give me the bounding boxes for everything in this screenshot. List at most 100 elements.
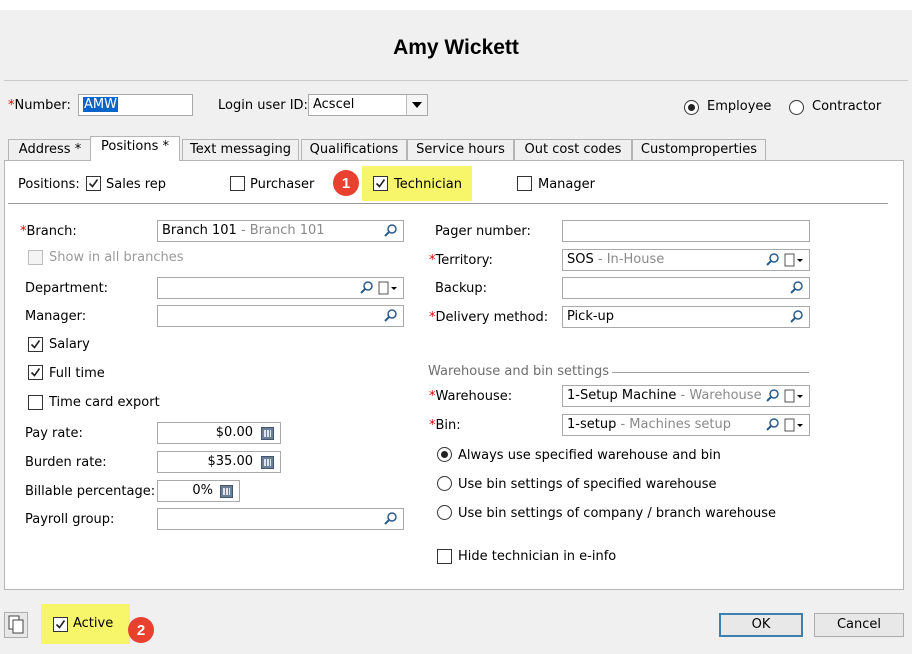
warehouse-group-label: Warehouse and bin settings <box>428 364 610 379</box>
search-icon[interactable] <box>383 511 399 527</box>
tab-qualifications[interactable]: Qualifications <box>301 139 407 160</box>
calculator-icon[interactable] <box>220 485 233 498</box>
burden-rate-value: $35.00 <box>207 454 254 469</box>
contractor-label: Contractor <box>812 99 882 114</box>
billable-percentage-value: 0% <box>192 483 213 498</box>
bin-field[interactable]: 1-setup - Machines setup <box>562 414 810 436</box>
search-icon[interactable] <box>765 388 781 404</box>
tab-address[interactable]: Address * <box>8 139 92 160</box>
delivery-method-label: *Delivery method: <box>429 310 549 325</box>
technician-label: Technician <box>394 177 462 192</box>
branch-hint: - Branch 101 <box>236 223 325 238</box>
page-title: Amy Wickett <box>393 36 519 59</box>
search-icon[interactable] <box>789 280 805 296</box>
tab-positions[interactable]: Positions * <box>90 136 180 161</box>
always-use-specified-label: Always use specified warehouse and bin <box>458 448 721 463</box>
territory-value: SOS <box>567 252 594 267</box>
search-icon[interactable] <box>765 417 781 433</box>
branch-field[interactable]: Branch 101 - Branch 101 <box>157 220 404 242</box>
hide-technician-checkbox[interactable] <box>437 549 452 564</box>
warehouse-group-line <box>612 372 809 373</box>
branch-value: Branch 101 <box>162 223 237 238</box>
search-icon[interactable] <box>789 309 805 325</box>
chevron-down-icon[interactable] <box>406 95 427 115</box>
tab-customproperties[interactable]: Customproperties <box>632 139 766 160</box>
use-bin-settings-warehouse-radio[interactable] <box>437 476 452 491</box>
tab-service-hours[interactable]: Service hours <box>407 139 514 160</box>
full-time-checkbox[interactable] <box>28 365 43 380</box>
full-time-label: Full time <box>49 366 105 381</box>
calculator-icon[interactable] <box>261 456 274 469</box>
territory-hint: - In-House <box>593 252 665 267</box>
cancel-button[interactable]: Cancel <box>814 613 904 637</box>
billable-percentage-field[interactable]: 0% <box>157 480 240 502</box>
salary-checkbox[interactable] <box>28 337 43 352</box>
use-bin-settings-company-radio[interactable] <box>437 505 452 520</box>
pay-rate-field[interactable]: $0.00 <box>157 422 281 444</box>
pay-rate-label: Pay rate: <box>25 426 83 441</box>
technician-checkbox[interactable] <box>373 176 388 191</box>
active-label: Active <box>73 616 114 631</box>
bin-label: *Bin: <box>429 418 461 433</box>
document-menu-icon[interactable] <box>783 417 805 433</box>
burden-rate-field[interactable]: $35.00 <box>157 451 281 473</box>
document-menu-icon[interactable] <box>377 280 399 296</box>
delivery-method-field[interactable]: Pick-up <box>562 306 810 328</box>
document-menu-icon[interactable] <box>783 252 805 268</box>
show-all-branches-label: Show in all branches <box>49 250 184 265</box>
number-field[interactable]: AMW <box>78 94 193 116</box>
login-user-id-value: Acscel <box>313 97 355 112</box>
bin-hint: - Machines setup <box>616 417 731 432</box>
backup-field[interactable] <box>562 277 810 299</box>
tab-out-cost-codes[interactable]: Out cost codes <box>514 139 632 160</box>
login-user-id-select[interactable]: Acscel <box>308 94 428 116</box>
show-all-branches-checkbox[interactable] <box>28 250 43 265</box>
warehouse-field[interactable]: 1-Setup Machine - Warehouse # <box>562 385 810 407</box>
employee-label: Employee <box>707 99 772 114</box>
territory-field[interactable]: SOS - In-House <box>562 249 810 271</box>
use-bin-settings-company-label: Use bin settings of company / branch war… <box>458 506 777 521</box>
manager-field[interactable] <box>157 305 404 327</box>
employee-radio[interactable] <box>684 100 699 115</box>
positions-label: Positions: <box>18 177 80 192</box>
calculator-icon[interactable] <box>261 427 274 440</box>
search-icon[interactable] <box>359 280 375 296</box>
manager-checkbox[interactable] <box>517 176 532 191</box>
department-field[interactable] <box>157 277 404 299</box>
callout-badge-1: 1 <box>333 170 359 196</box>
billable-percentage-label: Billable percentage: <box>25 484 156 499</box>
login-user-id-label: Login user ID: <box>218 98 308 113</box>
use-bin-settings-warehouse-label: Use bin settings of specified warehouse <box>458 477 717 492</box>
sales-rep-checkbox[interactable] <box>86 176 101 191</box>
warehouse-hint: - Warehouse # <box>676 388 777 403</box>
search-icon[interactable] <box>383 223 399 239</box>
search-icon[interactable] <box>765 252 781 268</box>
always-use-specified-radio[interactable] <box>437 447 452 462</box>
ok-button[interactable]: OK <box>719 613 803 637</box>
contractor-radio[interactable] <box>789 100 804 115</box>
copy-button[interactable] <box>4 612 28 638</box>
purchaser-checkbox[interactable] <box>230 176 245 191</box>
active-checkbox[interactable] <box>53 617 68 632</box>
document-menu-icon[interactable] <box>783 388 805 404</box>
positions-divider <box>8 203 888 204</box>
time-card-export-checkbox[interactable] <box>28 395 43 410</box>
pager-number-label: Pager number: <box>435 224 531 239</box>
number-value: AMW <box>83 97 118 112</box>
pager-number-field[interactable] <box>562 220 810 242</box>
sales-rep-label: Sales rep <box>106 177 167 192</box>
title-divider <box>4 80 908 81</box>
search-icon[interactable] <box>383 308 399 324</box>
warehouse-value: 1-Setup Machine <box>567 388 677 403</box>
callout-badge-2: 2 <box>128 617 154 643</box>
copy-icon <box>8 615 24 634</box>
time-card-export-label: Time card export <box>49 395 160 410</box>
delivery-method-value: Pick-up <box>567 309 615 324</box>
purchaser-label: Purchaser <box>250 177 315 192</box>
payroll-group-field[interactable] <box>157 508 404 530</box>
tab-text-messaging[interactable]: Text messaging <box>182 139 299 160</box>
bin-value: 1-setup <box>567 417 617 432</box>
manager-label: Manager: <box>25 309 87 324</box>
burden-rate-label: Burden rate: <box>25 455 107 470</box>
warehouse-label: *Warehouse: <box>429 389 513 404</box>
